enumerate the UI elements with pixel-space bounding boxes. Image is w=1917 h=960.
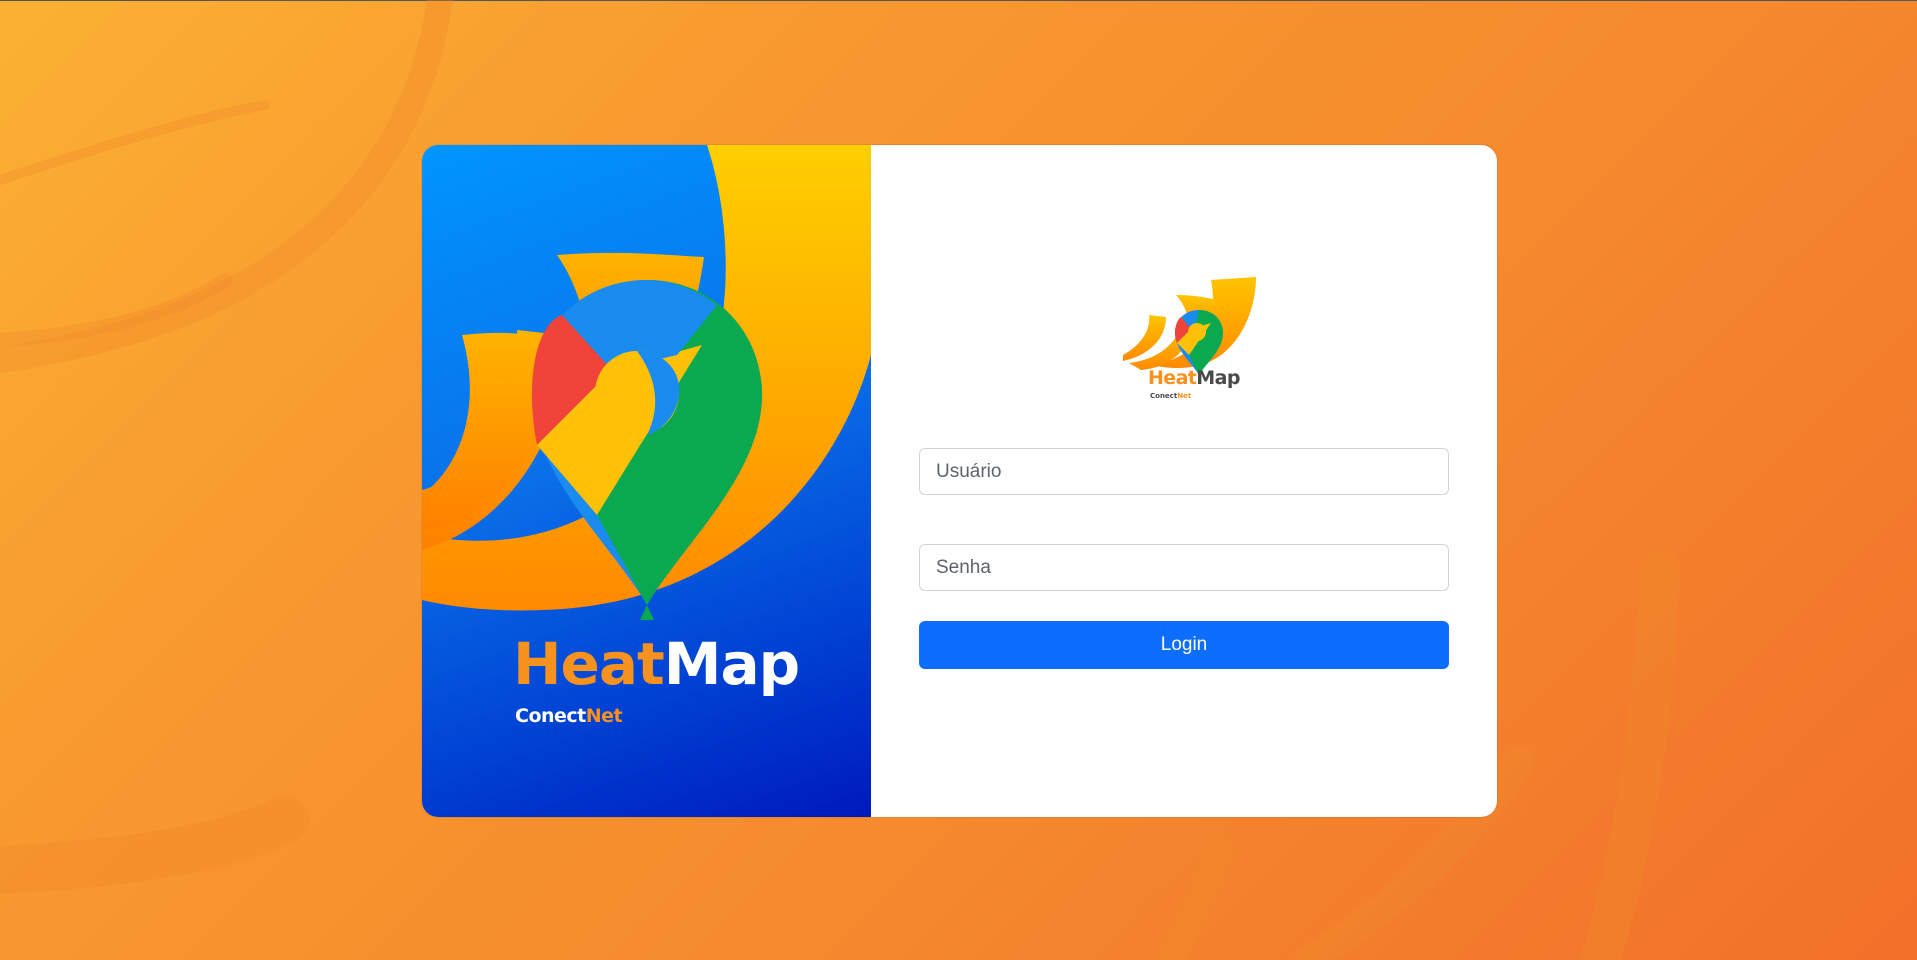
hero-panel: HeatMap ConectNet [422,145,871,817]
hero-brand-heat: Heat [513,630,665,698]
login-button[interactable]: Login [919,621,1449,669]
hero-brand-conect: Conect [515,705,586,727]
password-input[interactable] [919,544,1449,591]
username-input[interactable] [919,448,1449,495]
logo-brand-heat: Heat [1148,367,1197,389]
hero-brand-net: Net [585,705,623,727]
logo-brand-map: Map [1196,367,1240,389]
logo-brand-conect: Conect [1150,392,1178,400]
login-card: HeatMap ConectNet HeatMap ConectNet Usuá… [422,145,1497,817]
logo-brand-subtitle: ConectNet [1150,392,1191,400]
hero-brand-title: HeatMap [513,635,800,693]
hero-brand-map: Map [663,630,800,698]
hero-brand-subtitle: ConectNet [515,705,623,727]
map-pin-logo-icon [422,145,871,620]
login-form-panel: HeatMap ConectNet Login [871,145,1497,817]
logo-brand-title: HeatMap [1148,369,1240,388]
logo-brand-net: Net [1177,392,1192,400]
heatmap-logo: HeatMap ConectNet [1121,275,1261,415]
login-page: HeatMap ConectNet HeatMap ConectNet Usuá… [0,0,1917,960]
